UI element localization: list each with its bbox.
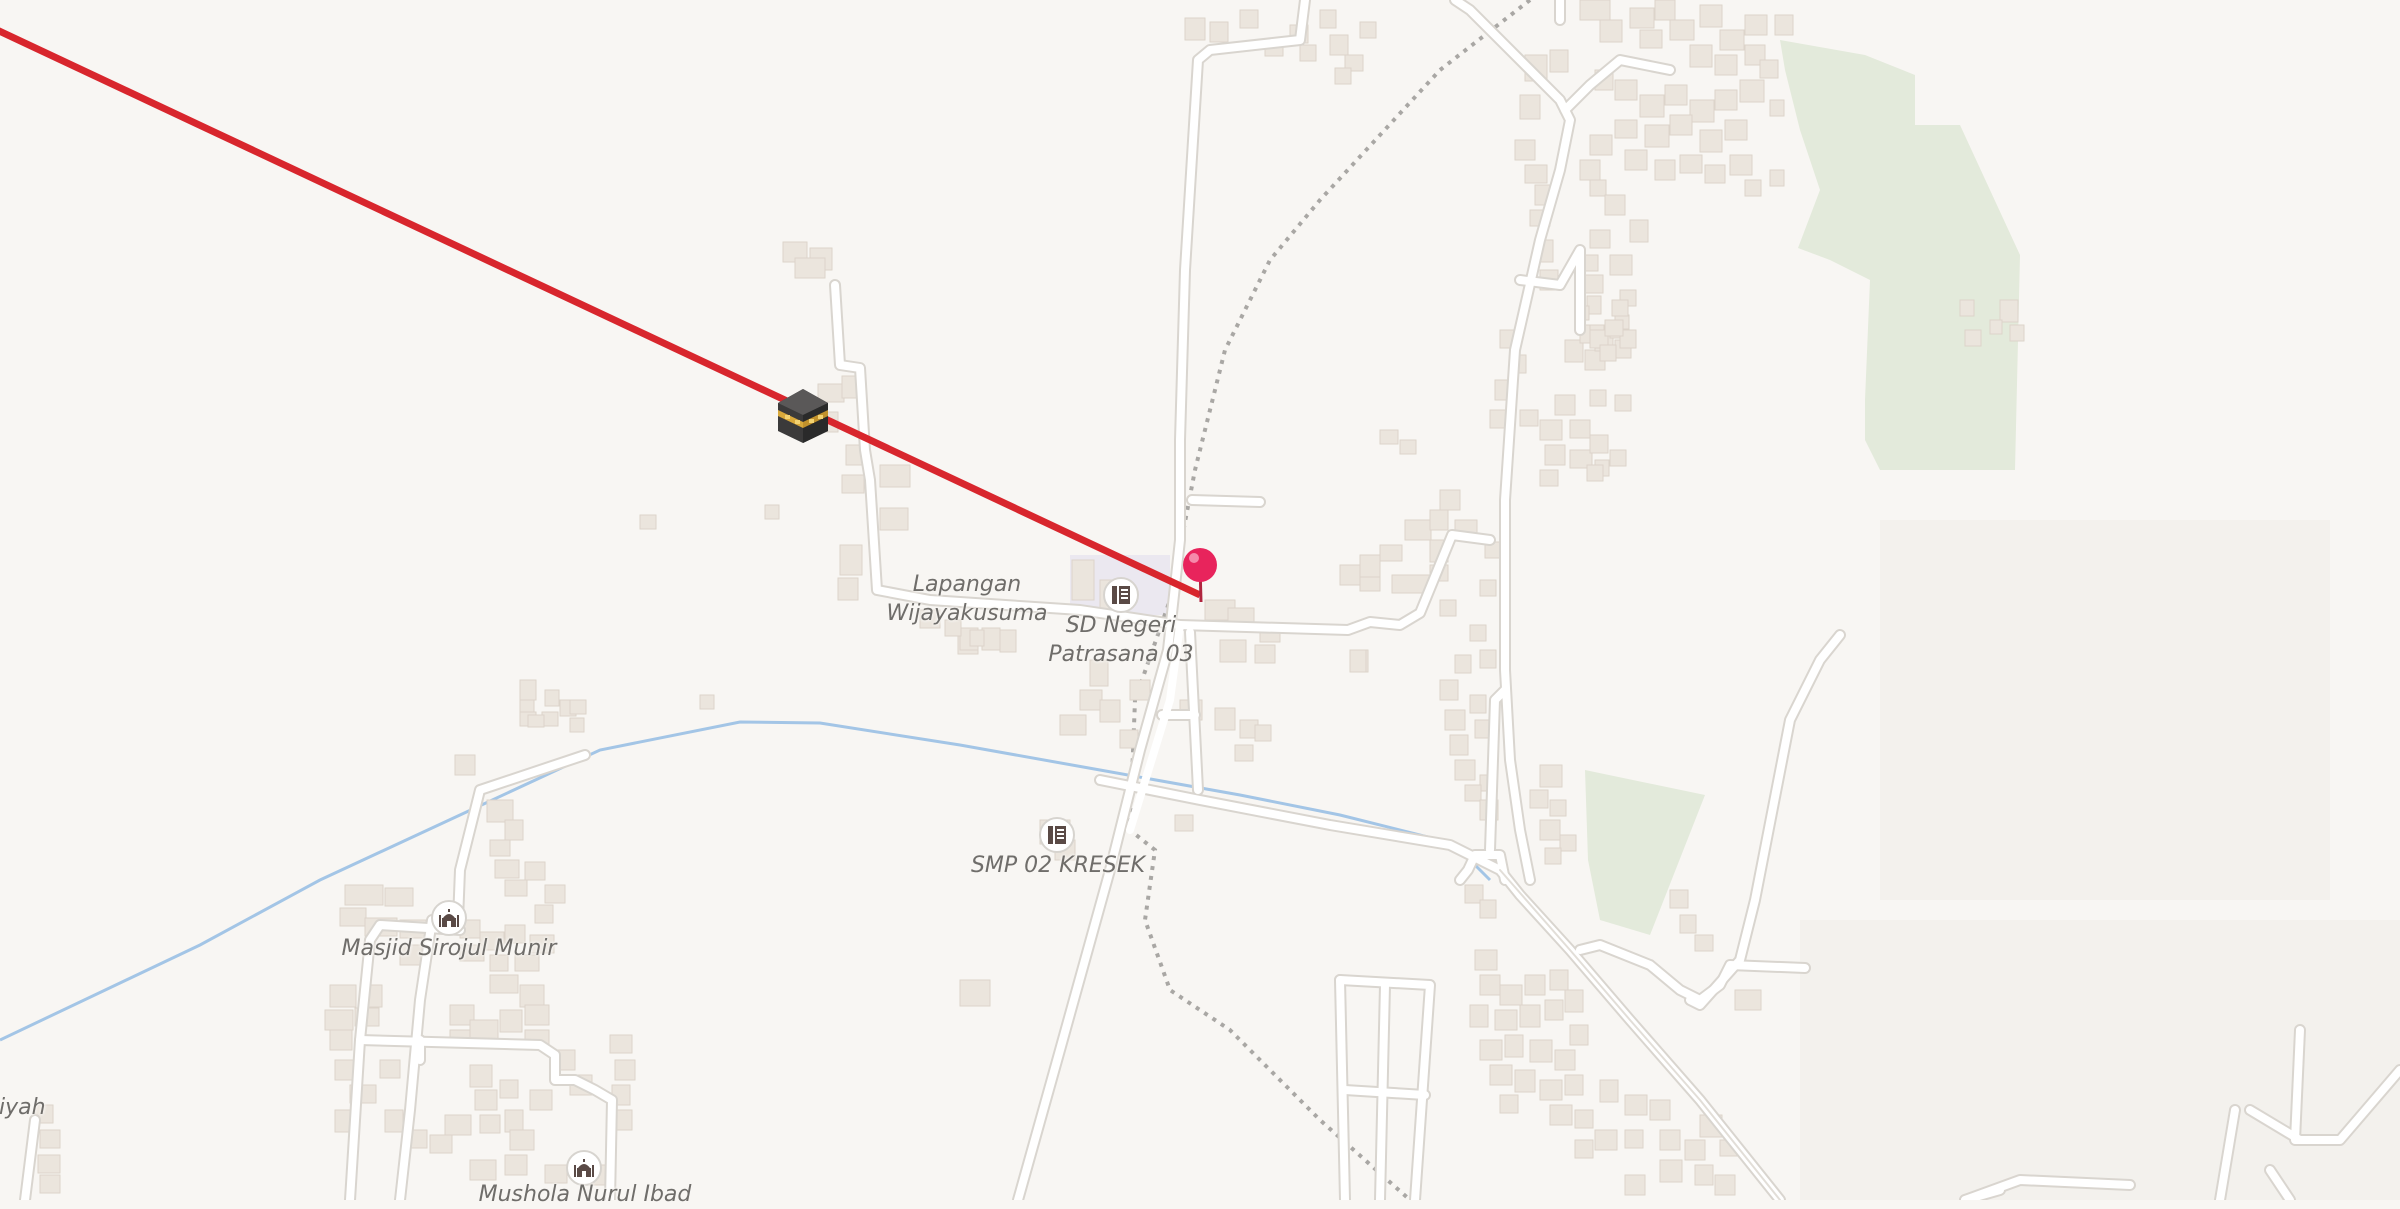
school-icon[interactable] bbox=[1103, 577, 1139, 613]
label-sd-negeri-patrasana: SD Negeri Patrasana 03 bbox=[1048, 611, 1193, 669]
label-text: Masjid Sirojul Munir bbox=[341, 936, 557, 961]
label-mushola-nurul-ibad: Mushola Nurul Ibad bbox=[479, 1180, 692, 1209]
river bbox=[0, 720, 1492, 1042]
label-smp-02-kresek: SMP 02 KRESEK bbox=[971, 851, 1145, 880]
label-text: Lapangan Wijayakusuma bbox=[886, 572, 1048, 626]
mosque-icon[interactable] bbox=[431, 900, 467, 936]
label-text: tiyah bbox=[0, 1095, 46, 1120]
label-text: SMP 02 KRESEK bbox=[970, 853, 1146, 878]
location-pin-icon[interactable] bbox=[1183, 548, 1217, 603]
label-cut-left: tiyah bbox=[0, 1093, 46, 1122]
label-text: SD Negeri Patrasana 03 bbox=[1048, 613, 1194, 667]
school-icon[interactable] bbox=[1039, 817, 1075, 853]
label-lapangan-wijayakusuma: Lapangan Wijayakusuma bbox=[887, 570, 1048, 628]
map-canvas[interactable] bbox=[0, 0, 2400, 1200]
label-text: Mushola Nurul Ibad bbox=[478, 1182, 692, 1207]
label-masjid-sirojul-munir: Masjid Sirojul Munir bbox=[342, 934, 557, 963]
qibla-direction-line bbox=[0, 27, 1202, 599]
